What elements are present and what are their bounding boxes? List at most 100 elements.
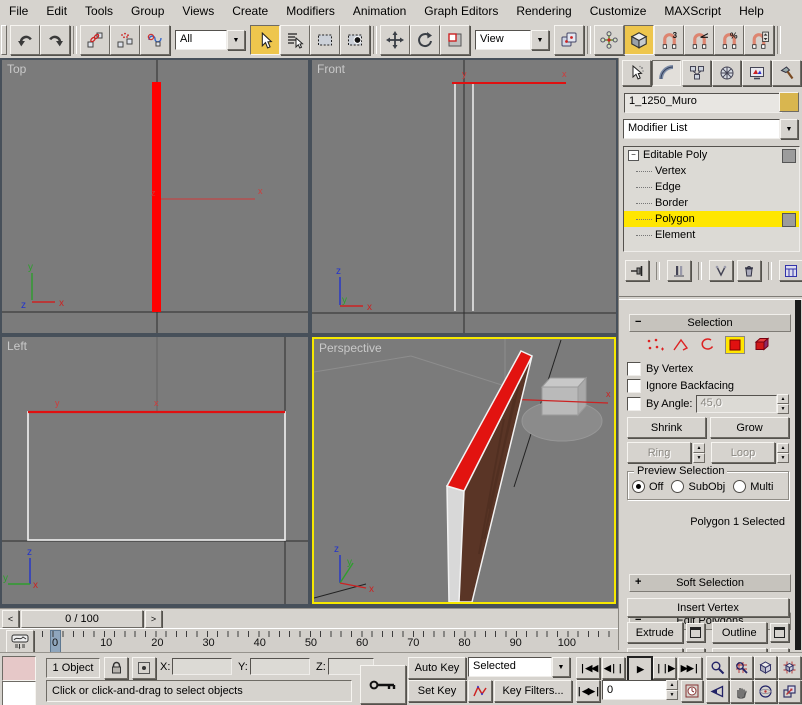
tab-modify[interactable] [652, 60, 681, 86]
preview-multi-radio[interactable]: Multi [733, 480, 773, 493]
viewport-front[interactable]: Front y x z y x [312, 60, 616, 333]
ring-spinner[interactable]: ▲▼ [693, 443, 705, 463]
by-vertex-checkbox[interactable] [627, 362, 641, 376]
menu-item[interactable]: Animation [344, 1, 415, 21]
make-unique-button[interactable] [709, 260, 733, 281]
viewport-left[interactable]: Left y x z y x [2, 337, 308, 604]
stack-onoff-box[interactable] [782, 213, 796, 227]
polygon-subobject-button-active[interactable] [725, 336, 745, 354]
grow-button[interactable]: Grow [710, 417, 789, 438]
key-mode-toggle[interactable]: ❘◀▶❘ [576, 680, 600, 702]
x-coordinate-field[interactable] [172, 658, 232, 675]
select-by-name-button[interactable] [280, 25, 310, 55]
viewport-perspective[interactable]: Perspective x [312, 337, 616, 604]
bind-to-spacewarp-button[interactable] [140, 25, 170, 55]
menu-item[interactable]: Help [730, 1, 773, 21]
menu-item[interactable]: Create [223, 1, 277, 21]
window-crossing-toggle-button[interactable] [340, 25, 370, 55]
loop-spinner[interactable]: ▲▼ [777, 443, 789, 463]
auto-key-button[interactable]: Auto Key [408, 657, 466, 679]
menu-item[interactable]: Modifiers [277, 1, 344, 21]
extrude-settings-button[interactable] [686, 623, 705, 642]
maximize-viewport-toggle[interactable] [778, 680, 801, 703]
play-button[interactable]: ▶ [627, 656, 653, 682]
dropdown-arrow-icon[interactable]: ▼ [227, 30, 245, 50]
menu-item[interactable]: Rendering [507, 1, 580, 21]
spinner-snap-button[interactable] [744, 25, 774, 55]
default-in-out-tangents-button[interactable] [468, 680, 492, 702]
select-and-link-button[interactable] [80, 25, 110, 55]
keyboard-shortcut-override-toggle[interactable] [360, 665, 406, 704]
tab-hierarchy[interactable] [682, 60, 711, 86]
redo-button[interactable] [40, 25, 70, 55]
shrink-button[interactable]: Shrink [627, 417, 706, 438]
show-end-result-button[interactable] [667, 260, 691, 281]
time-slider-handle[interactable]: 0 / 100 [21, 610, 143, 628]
preview-off-radio[interactable]: Off [632, 480, 663, 493]
stack-row-editable-poly[interactable]: − Editable Poly [624, 147, 799, 163]
arc-rotate-button[interactable] [754, 680, 777, 703]
by-angle-value-field[interactable]: 45,0 [696, 395, 777, 413]
stack-row-polygon-selected[interactable]: Polygon [624, 211, 799, 227]
snaps-toggle-button[interactable] [624, 25, 654, 55]
by-angle-spinner[interactable]: ▲▼ [777, 394, 789, 414]
zoom-extents-button[interactable] [754, 656, 777, 679]
set-key-button[interactable]: Set Key [408, 680, 466, 702]
toolbar-grip[interactable] [1, 25, 7, 55]
stack-row-vertex[interactable]: Vertex [624, 163, 799, 179]
select-and-move-button[interactable] [380, 25, 410, 55]
use-pivot-center-button[interactable] [554, 25, 584, 55]
select-and-rotate-button[interactable] [410, 25, 440, 55]
selection-set-dropdown[interactable]: Selected ▼ [468, 657, 570, 677]
stack-row-edge[interactable]: Edge [624, 179, 799, 195]
undo-button[interactable] [10, 25, 40, 55]
dropdown-arrow-icon[interactable]: ▼ [552, 657, 570, 677]
rectangular-selection-region-button[interactable] [310, 25, 340, 55]
selection-lock-toggle[interactable] [104, 657, 128, 679]
edge-subobject-button[interactable] [671, 337, 691, 353]
outline-settings-button[interactable] [770, 623, 789, 642]
outline-button[interactable]: Outline [712, 622, 768, 643]
snap-3d-button[interactable]: 3 [654, 25, 684, 55]
key-filters-button[interactable]: Key Filters... [494, 680, 572, 702]
extrude-button[interactable]: Extrude [627, 622, 683, 643]
y-coordinate-field[interactable] [250, 658, 310, 675]
pan-button[interactable] [730, 680, 753, 703]
object-color-swatch[interactable] [779, 92, 799, 112]
pin-stack-button[interactable] [625, 260, 649, 281]
percent-snap-button[interactable]: % [714, 25, 744, 55]
angle-snap-button[interactable] [684, 25, 714, 55]
field-of-view-button[interactable] [706, 680, 729, 703]
current-frame-field[interactable]: 0 [602, 680, 670, 700]
panel-divider[interactable] [619, 296, 802, 300]
select-and-scale-button[interactable] [440, 25, 470, 55]
remove-modifier-button[interactable] [737, 260, 761, 281]
selection-rollout-header[interactable]: − Selection [629, 314, 791, 332]
soft-selection-rollout-header[interactable]: + Soft Selection [629, 574, 791, 592]
tab-motion[interactable] [712, 60, 741, 86]
zoom-button[interactable] [706, 656, 729, 679]
menu-item[interactable]: Edit [37, 1, 76, 21]
by-angle-row[interactable]: By Angle: 45,0 ▲▼ [627, 394, 789, 414]
loop-button[interactable]: Loop [711, 442, 775, 463]
gray-box-object[interactable] [542, 378, 586, 415]
time-slider-next-button[interactable]: > [145, 610, 162, 628]
panel-scrollbar[interactable] [795, 300, 801, 650]
stack-row-border[interactable]: Border [624, 195, 799, 211]
element-subobject-button[interactable] [752, 337, 772, 353]
select-object-button[interactable] [250, 25, 280, 55]
ignore-backfacing-row[interactable]: Ignore Backfacing [627, 377, 789, 394]
menu-item[interactable]: MAXScript [655, 1, 730, 21]
configure-modifier-sets-button[interactable] [779, 260, 802, 281]
dropdown-arrow-icon[interactable]: ▼ [531, 30, 549, 50]
dropdown-arrow-icon[interactable]: ▼ [780, 119, 798, 139]
unlink-selection-button[interactable] [110, 25, 140, 55]
select-and-manipulate-button[interactable] [594, 25, 624, 55]
track-bar[interactable]: 0102030405060708090100 [0, 628, 618, 653]
absolute-offset-mode-toggle[interactable] [132, 657, 156, 679]
reference-coordinate-dropdown[interactable]: View ▼ [475, 30, 549, 50]
menu-item[interactable]: Graph Editors [415, 1, 507, 21]
selection-filter-dropdown[interactable]: All ▼ [175, 30, 245, 50]
ignore-backfacing-checkbox[interactable] [627, 379, 641, 393]
open-mini-curve-editor-button[interactable] [6, 630, 34, 653]
